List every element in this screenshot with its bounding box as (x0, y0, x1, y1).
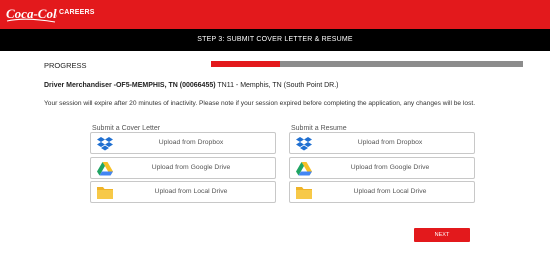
step-bar: STEP 3: SUBMIT COVER LETTER & RESUME (0, 29, 550, 51)
dropbox-icon (97, 136, 113, 151)
google-drive-icon (296, 161, 312, 176)
resume-upload-dropbox-button[interactable]: Upload from Dropbox (289, 132, 475, 154)
cover-letter-title: Submit a Cover Letter (92, 125, 161, 132)
job-title: Driver Merchandiser -OF5-MEMPHIS, TN (00… (44, 82, 216, 89)
job-location: TN11 - Memphis, TN (South Point DR.) (217, 82, 339, 89)
upload-google-drive-label: Upload from Google Drive (151, 164, 231, 171)
cover-letter-upload-local-drive-button[interactable]: Upload from Local Drive (90, 181, 276, 203)
progress-fill (211, 61, 280, 67)
session-notice: Your session will expire after 20 minute… (44, 100, 476, 107)
upload-google-drive-label: Upload from Google Drive (350, 164, 430, 171)
careers-label: CAREERS (59, 9, 95, 16)
progress-label: PROGRESS (44, 61, 87, 70)
upload-local-drive-label: Upload from Local Drive (353, 188, 427, 195)
next-button[interactable]: NEXT (414, 228, 470, 242)
resume-upload-local-drive-button[interactable]: Upload from Local Drive (289, 181, 475, 203)
top-header: Coca-Cola CAREERS (0, 0, 550, 29)
folder-icon (296, 185, 312, 200)
upload-dropbox-label: Upload from Dropbox (357, 139, 423, 146)
google-drive-icon (97, 161, 113, 176)
cover-letter-upload-dropbox-button[interactable]: Upload from Dropbox (90, 132, 276, 154)
upload-dropbox-label: Upload from Dropbox (158, 139, 224, 146)
folder-icon (97, 185, 113, 200)
cover-letter-upload-google-drive-button[interactable]: Upload from Google Drive (90, 157, 276, 179)
resume-upload-google-drive-button[interactable]: Upload from Google Drive (289, 157, 475, 179)
upload-local-drive-label: Upload from Local Drive (154, 188, 228, 195)
resume-title: Submit a Resume (291, 125, 347, 132)
step-title: STEP 3: SUBMIT COVER LETTER & RESUME (197, 36, 353, 43)
svg-text:Coca-Cola: Coca-Cola (6, 6, 57, 21)
progress-bar (211, 61, 523, 67)
coca-cola-logo[interactable]: Coca-Cola (5, 3, 57, 25)
job-info: Driver Merchandiser -OF5-MEMPHIS, TN (00… (44, 82, 339, 89)
dropbox-icon (296, 136, 312, 151)
